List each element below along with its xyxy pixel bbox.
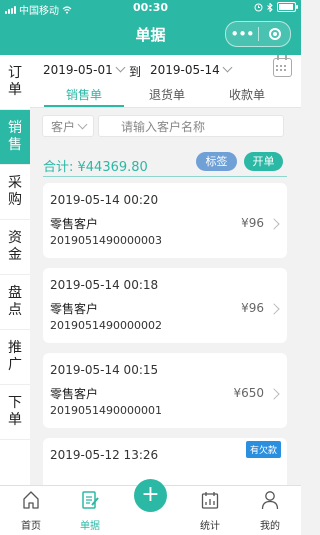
calendar-icon[interactable] [273,55,292,77]
order-number: 2019051490000003 [50,234,162,247]
order-amount: ¥650 [233,386,264,400]
main-panel: 2019-05-01 到 2019-05-14 销售单 退货单 收款单 客户 请… [30,55,301,485]
tabbar-home[interactable]: 首页 [1,486,61,535]
order-number: 2019051490000001 [50,404,162,417]
bluetooth-icon [267,2,273,12]
more-icon[interactable]: ••• [226,24,258,44]
user-icon [261,491,279,510]
sidebar-item-purchase[interactable]: 采购 [0,165,30,220]
home-icon [23,491,39,509]
order-datetime: 2019-05-14 00:20 [50,193,159,207]
sidebar-item-stocktake[interactable]: 盘点 [0,275,30,330]
chevron-right-icon [268,388,280,400]
chevron-down-icon [115,62,126,73]
sidebar-item-funds[interactable]: 资金 [0,220,30,275]
tabbar-documents[interactable]: 单据 [60,486,120,535]
chevron-right-icon [268,218,280,230]
order-datetime: 2019-05-12 13:26 [50,448,159,462]
order-amount: ¥96 [241,216,264,230]
miniprogram-capsule: ••• [225,21,291,47]
order-datetime: 2019-05-14 00:15 [50,363,159,377]
alarm-icon [254,3,263,11]
sidebar-item-sales[interactable]: 销售 [0,110,30,165]
order-customer: 零售客户 [50,217,99,231]
tab-sales-order[interactable]: 销售单 [44,86,124,107]
chevron-down-icon [77,119,88,130]
order-card[interactable]: 2019-05-14 00:20 零售客户 2019051490000003 ¥… [43,183,287,258]
order-amount: ¥96 [241,301,264,315]
document-edit-icon [82,491,99,509]
doc-type-tabs: 销售单 退货单 收款单 [30,83,301,108]
order-customer: 零售客户 [50,302,99,316]
chevron-down-icon [222,62,233,73]
order-card[interactable]: 2019-05-14 00:15 零售客户 2019051490000001 ¥… [43,353,287,428]
status-bar: 中国移动 00:30 [0,0,301,17]
to-label: 到 [129,65,142,79]
bottom-tabbar: 首页 单据 + 统计 我的 [0,479,301,535]
customer-search-input[interactable]: 请输入客户名称 [98,115,284,137]
end-date-picker[interactable]: 2019-05-14 [150,62,233,77]
tab-return-order[interactable]: 退货单 [127,86,207,106]
tab-receipt[interactable]: 收款单 [207,86,287,106]
summary-row: 合计: ¥44369.80 标签 开单 [30,148,301,178]
order-number: 2019051490000002 [50,319,162,332]
tabbar-statistics[interactable]: 统计 [180,486,240,535]
calendar-stats-icon [201,492,219,509]
create-order-button[interactable]: 开单 [244,152,283,171]
start-date-picker[interactable]: 2019-05-01 [43,62,126,77]
sidebar-item-place-order[interactable]: 下单 [0,385,30,440]
order-customer: 零售客户 [50,387,99,401]
close-miniprogram-button[interactable] [259,28,290,40]
sidebar-item-promotion[interactable]: 推广 [0,330,30,385]
battery-icon [277,2,298,12]
date-range: 2019-05-01 到 2019-05-14 [30,55,301,83]
tag-button[interactable]: 标签 [196,152,237,171]
plus-icon: + [141,482,160,507]
customer-type-select[interactable]: 客户 [42,115,94,137]
category-sidebar: 订单 销售 采购 资金 盘点 推广 下单 [0,55,30,485]
customer-filter: 客户 请输入客户名称 [30,108,301,146]
top-bar: 中国移动 00:30 单据 ••• [0,0,301,55]
debt-badge: 有欠款 [245,441,281,458]
order-card[interactable]: 2019-05-12 13:26 有欠款 [43,438,287,485]
target-icon [268,28,281,40]
order-datetime: 2019-05-14 00:18 [50,278,159,292]
chevron-right-icon [268,303,280,315]
add-button[interactable]: + [134,479,167,512]
tabbar-profile[interactable]: 我的 [240,486,300,535]
order-card[interactable]: 2019-05-14 00:18 零售客户 2019051490000002 ¥… [43,268,287,343]
sidebar-item-orders[interactable]: 订单 [0,55,30,110]
total-amount: 合计: ¥44369.80 [43,160,148,175]
